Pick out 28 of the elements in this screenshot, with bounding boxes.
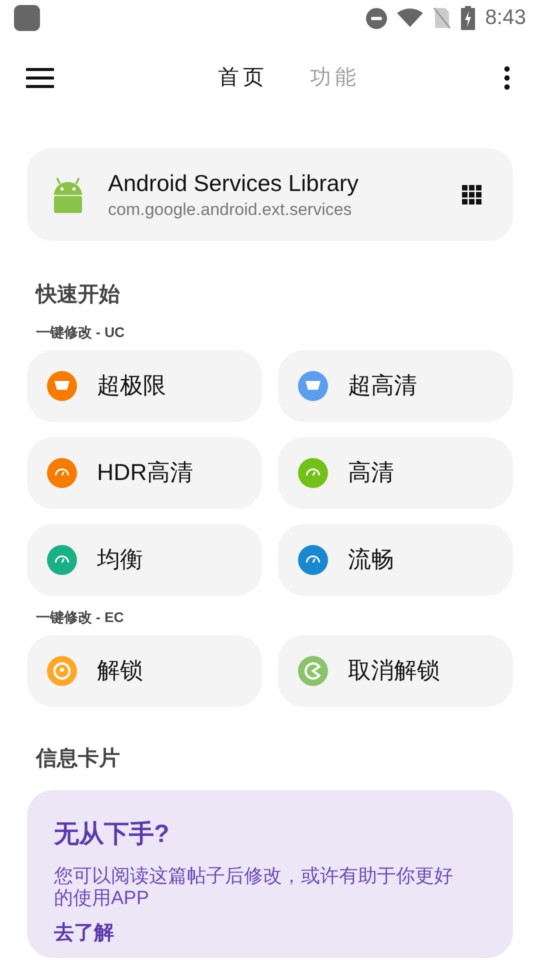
- group-label: 一键修改 - UC: [36, 322, 126, 340]
- more-options-icon[interactable]: [504, 66, 510, 90]
- menu-icon[interactable]: [26, 68, 54, 88]
- section-title: 快速开始: [36, 282, 121, 308]
- mode-button[interactable]: 高清: [278, 436, 513, 508]
- package-name: com.google.android.ext.services: [108, 198, 353, 220]
- card-body: 您可以阅读这篇帖子后修改，或许有助于你更好的使用APP: [54, 866, 454, 910]
- battery-charging-icon: [461, 6, 476, 30]
- group-label: 一键修改 - EC: [36, 608, 125, 626]
- mode-button[interactable]: 取消解锁: [278, 634, 513, 706]
- wifi-icon: [397, 8, 424, 28]
- mode-button[interactable]: 超高清: [278, 350, 513, 422]
- do-not-disturb-icon: [366, 8, 388, 28]
- card-heading: 无从下手?: [54, 819, 170, 850]
- no-sim-icon: [433, 7, 452, 29]
- mode-button[interactable]: HDR高清: [27, 436, 262, 508]
- app-card[interactable]: Android Services Library com.google.android.ext.services: [27, 148, 513, 241]
- learn-more-link[interactable]: 去了解: [54, 918, 114, 948]
- mode-button[interactable]: 解锁: [27, 634, 262, 706]
- grid-icon[interactable]: [462, 184, 482, 204]
- status-time: 8:43: [485, 5, 526, 32]
- app-name: Android Services Library: [108, 168, 360, 198]
- mode-button[interactable]: 超极限: [27, 350, 262, 422]
- mode-button[interactable]: 流畅: [278, 524, 513, 596]
- section-title: 信息卡片: [36, 746, 121, 772]
- notification-icon: [14, 5, 40, 31]
- tab[interactable]: 首页: [218, 62, 268, 94]
- mode-button[interactable]: 均衡: [27, 524, 262, 596]
